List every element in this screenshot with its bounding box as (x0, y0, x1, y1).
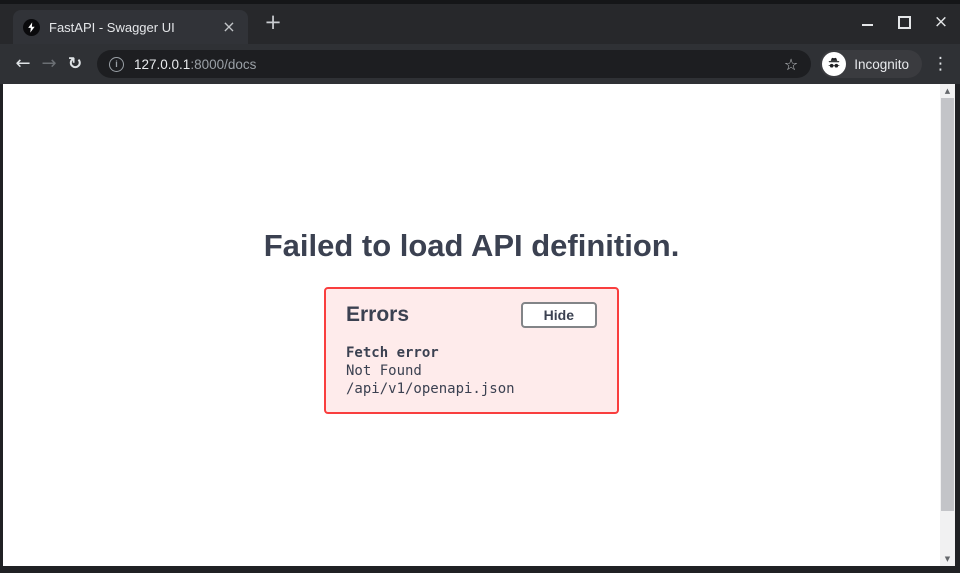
url-text[interactable]: 127.0.0.1:8000/docs (134, 57, 784, 72)
tab-title: FastAPI - Swagger UI (49, 20, 211, 35)
error-title: Fetch error (346, 344, 597, 362)
tab-close-icon[interactable]: × (220, 18, 238, 36)
bookmark-star-icon[interactable]: ☆ (784, 55, 798, 74)
close-window-button[interactable]: × (934, 15, 948, 29)
fastapi-favicon-icon (23, 19, 40, 36)
errors-panel-header: Errors Hide (346, 302, 597, 328)
page-viewport: Failed to load API definition. Errors Hi… (3, 84, 955, 566)
new-tab-button[interactable]: + (261, 11, 285, 35)
minimize-button[interactable] (860, 15, 874, 29)
minimize-icon (862, 24, 873, 26)
address-bar[interactable]: i 127.0.0.1:8000/docs ☆ (97, 50, 811, 78)
scroll-up-icon[interactable]: ▲ (940, 84, 955, 98)
error-message: Not Found /api/v1/openapi.json (346, 362, 597, 398)
error-item: Fetch error Not Found /api/v1/openapi.js… (346, 344, 597, 398)
browser-menu-icon[interactable]: ⋮ (932, 54, 948, 74)
window-frame-edge (0, 0, 960, 4)
url-path: :8000/docs (190, 57, 256, 72)
hide-errors-button[interactable]: Hide (521, 302, 597, 328)
incognito-label: Incognito (854, 57, 909, 72)
window-controls: × (860, 0, 948, 44)
page-title: Failed to load API definition. (3, 228, 940, 264)
scroll-down-icon[interactable]: ▼ (940, 552, 955, 566)
page-info-icon[interactable]: i (109, 57, 124, 72)
reload-icon[interactable]: ↻ (62, 55, 88, 73)
browser-toolbar: ← → ↻ i 127.0.0.1:8000/docs ☆ Incognito (0, 44, 960, 84)
maximize-button[interactable] (897, 15, 911, 29)
url-host: 127.0.0.1 (134, 57, 190, 72)
forward-icon[interactable]: → (36, 55, 62, 73)
swagger-page: Failed to load API definition. Errors Hi… (3, 84, 940, 566)
errors-heading: Errors (346, 303, 409, 327)
scrollbar[interactable]: ▲ ▼ (940, 84, 955, 566)
errors-panel: Errors Hide Fetch error Not Found /api/v… (324, 287, 619, 414)
incognito-badge: Incognito (820, 50, 922, 78)
tab-strip: FastAPI - Swagger UI × + × (0, 0, 960, 44)
incognito-icon (822, 52, 846, 76)
browser-window: FastAPI - Swagger UI × + × ← → ↻ i 127.0… (0, 0, 960, 573)
back-icon[interactable]: ← (10, 55, 36, 73)
browser-tab[interactable]: FastAPI - Swagger UI × (13, 10, 248, 44)
maximize-icon (898, 16, 911, 29)
scrollbar-thumb[interactable] (941, 98, 954, 511)
